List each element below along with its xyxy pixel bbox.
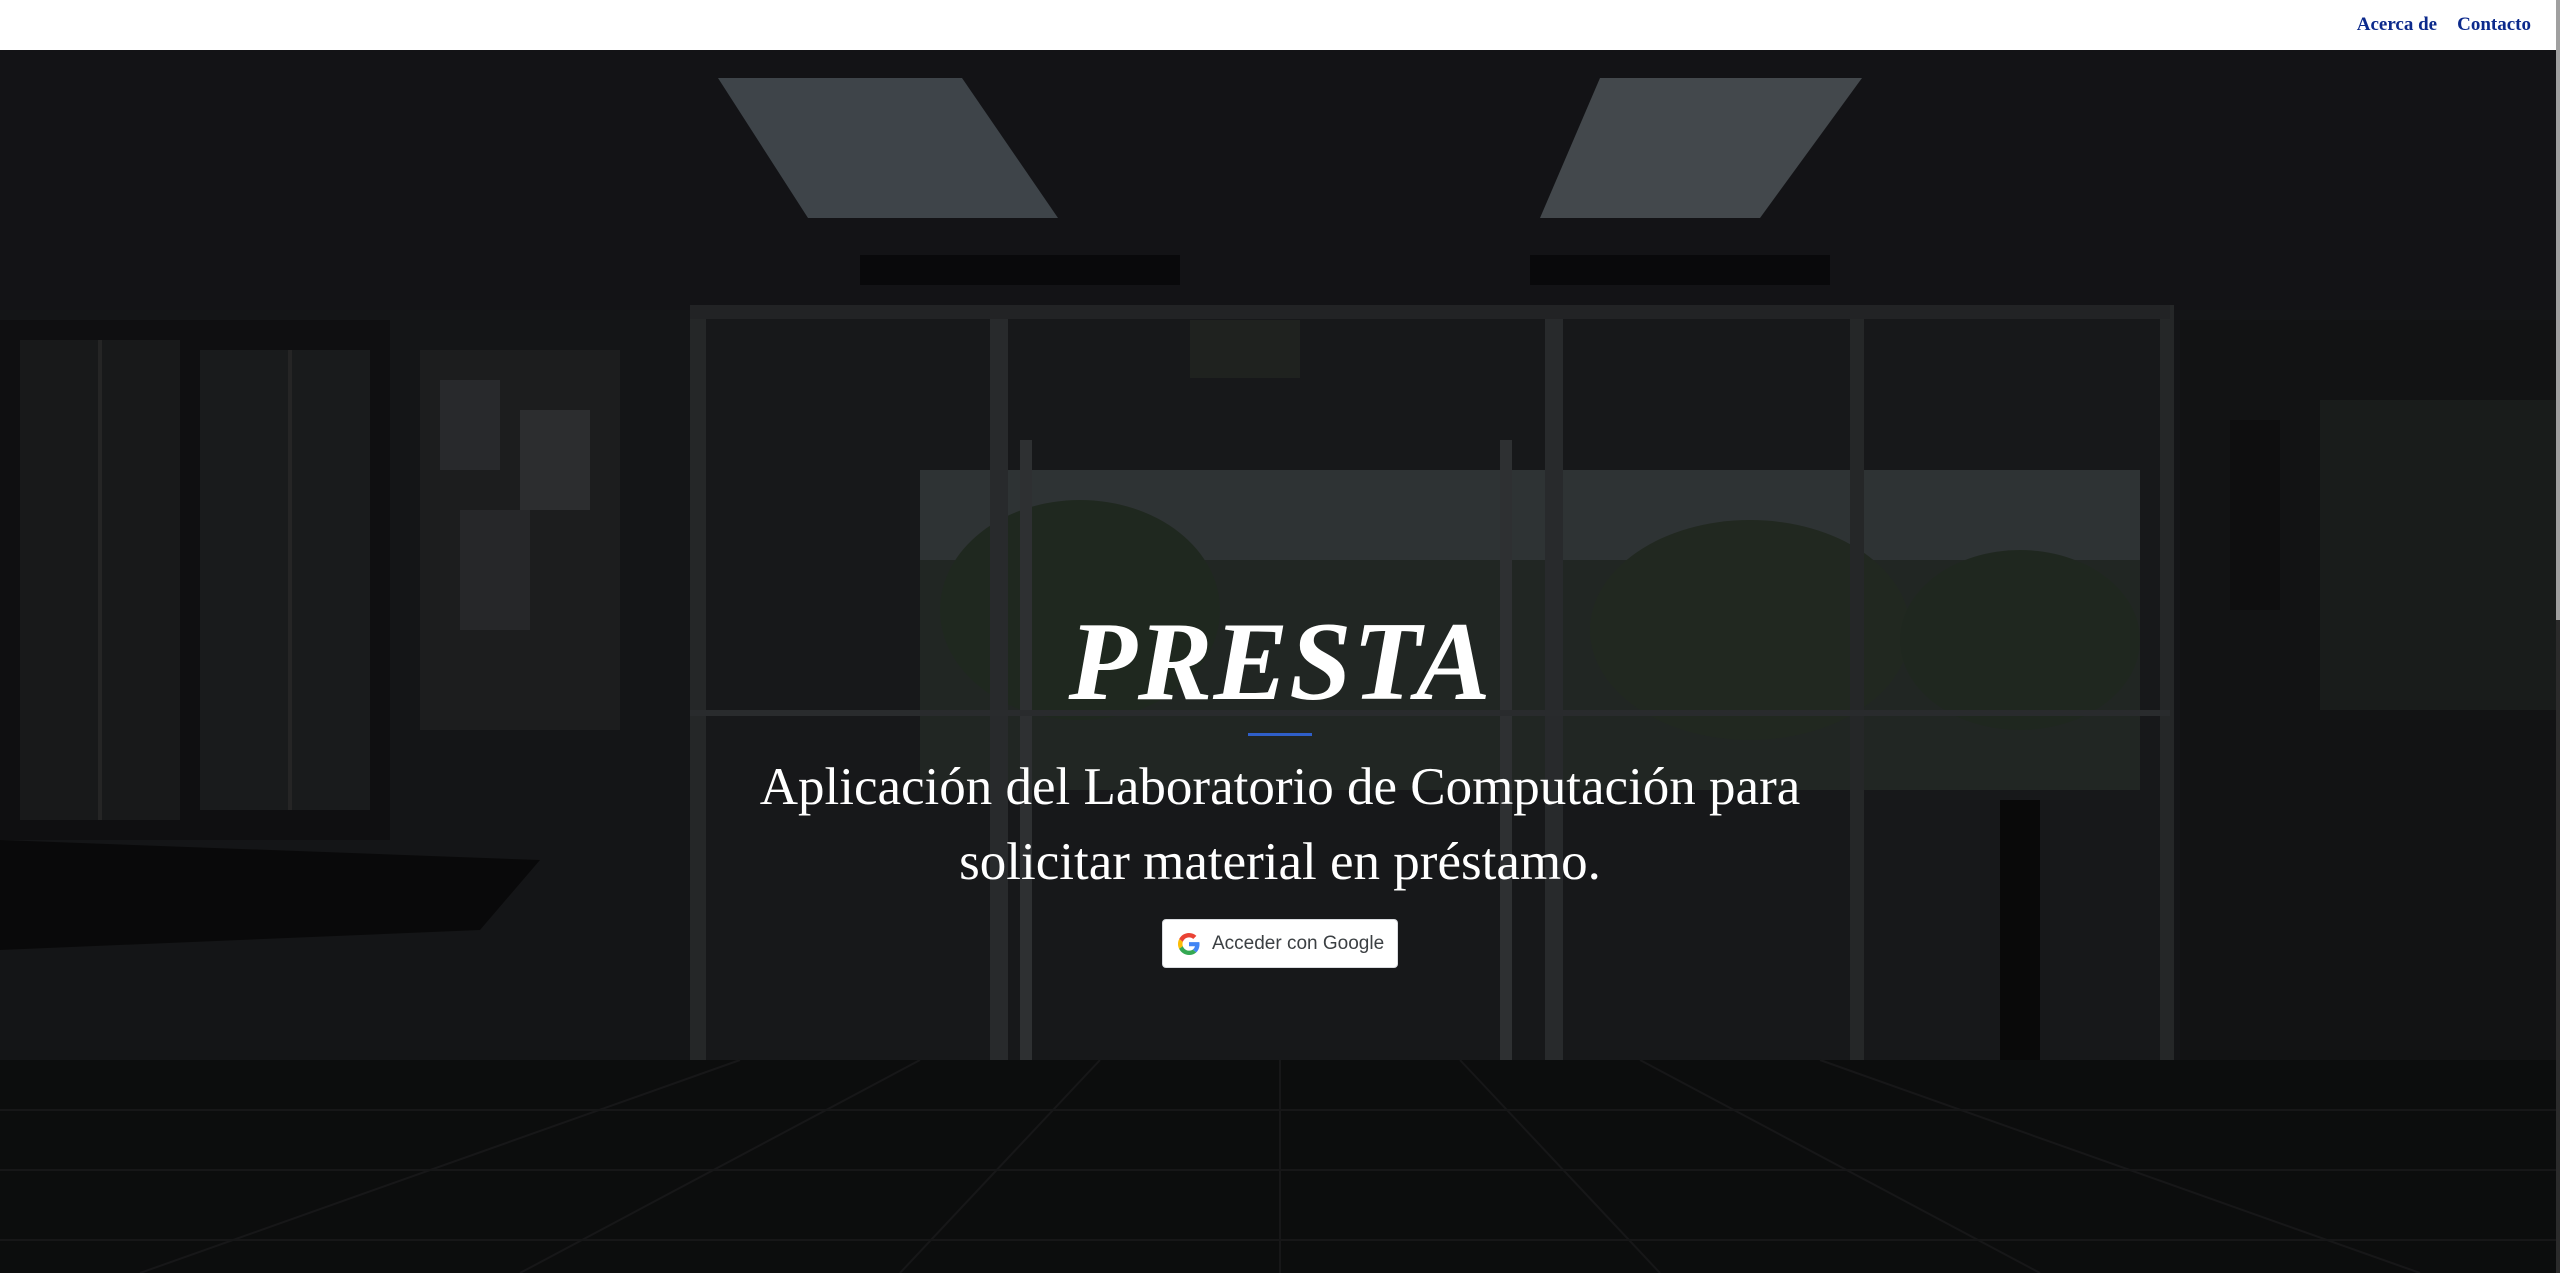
google-signin-label: Acceder con Google [1212, 932, 1385, 954]
nav-link-about[interactable]: Acerca de [2357, 14, 2437, 36]
nav-link-contact[interactable]: Contacto [2457, 14, 2531, 36]
google-signin-button[interactable]: Acceder con Google [1162, 919, 1398, 968]
hero-content: PRESTA Aplicación del Laboratorio de Com… [0, 50, 2560, 1273]
hero-section: PRESTA Aplicación del Laboratorio de Com… [0, 50, 2560, 1273]
hero-subtitle: Aplicación del Laboratorio de Computació… [759, 758, 1801, 891]
brand-title: PRESTA [1068, 600, 1492, 724]
top-navbar: Acerca de Contacto [0, 0, 2560, 50]
title-divider [1248, 733, 1312, 736]
scrollbar-thumb[interactable] [2556, 0, 2560, 620]
google-g-icon [1178, 932, 1200, 955]
